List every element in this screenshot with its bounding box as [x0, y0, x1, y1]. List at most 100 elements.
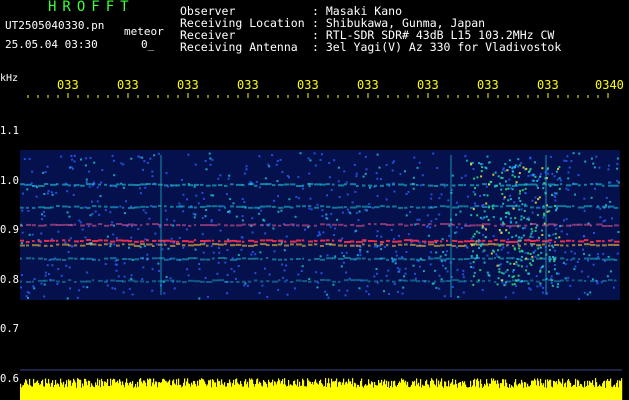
noise-speck — [277, 288, 280, 291]
noise-speck — [148, 217, 151, 220]
signal-band — [104, 243, 108, 246]
signal-band — [434, 280, 437, 283]
signal-band — [164, 279, 169, 282]
signal-band — [176, 240, 180, 243]
noise-speck — [405, 214, 408, 217]
noise-speck — [318, 231, 321, 234]
noise-speck — [401, 292, 404, 295]
noise-speck — [56, 283, 59, 285]
noise-speck — [276, 180, 279, 183]
noise-speck — [529, 156, 532, 159]
meteor-echo — [487, 273, 490, 276]
noise-speck — [550, 155, 553, 158]
meteor-echo — [554, 256, 557, 259]
noise-speck — [143, 160, 146, 163]
meteor-echo — [537, 254, 540, 257]
noise-speck — [99, 195, 102, 198]
noise-speck — [294, 287, 296, 290]
signal-band — [50, 258, 56, 261]
signal-band — [272, 240, 277, 243]
signal-band — [302, 257, 305, 260]
meteor-echo — [507, 199, 510, 202]
noise-speck — [346, 289, 349, 292]
signal-band — [542, 243, 546, 246]
signal-band — [596, 206, 600, 209]
noise-speck — [421, 174, 424, 177]
noise-speck — [542, 216, 545, 219]
signal-band — [464, 240, 470, 243]
noise-speck — [226, 249, 229, 251]
signal-band — [242, 184, 245, 187]
signal-band — [284, 244, 289, 247]
noise-speck — [582, 248, 584, 251]
signal-band — [410, 239, 417, 242]
signal-band — [74, 205, 80, 208]
noise-speck — [201, 191, 204, 194]
meteor-echo — [531, 244, 533, 247]
noise-speck — [504, 163, 507, 165]
signal-band — [560, 244, 564, 247]
signal-band — [86, 280, 92, 283]
noise-speck — [310, 208, 313, 211]
noise-speck — [492, 235, 495, 238]
noise-speck — [598, 166, 601, 169]
meteor-echo — [470, 255, 473, 258]
meteor-echo — [520, 249, 523, 252]
noise-speck — [227, 177, 230, 180]
signal-band — [416, 239, 420, 242]
signal-band — [356, 244, 361, 247]
signal-band — [92, 240, 99, 242]
signal-band — [416, 244, 423, 247]
signal-band — [506, 244, 509, 247]
meteor-echo — [528, 218, 530, 221]
signal-band — [230, 239, 237, 242]
noise-speck — [563, 159, 566, 162]
signal-band — [608, 258, 615, 261]
noise-speck — [570, 250, 573, 253]
signal-band — [92, 183, 95, 186]
noise-speck — [576, 261, 579, 263]
noise-speck — [217, 177, 220, 180]
meteor-echo — [511, 170, 514, 173]
signal-band — [482, 206, 488, 208]
noise-speck — [572, 152, 575, 155]
signal-band — [254, 206, 261, 209]
noise-speck — [481, 217, 484, 220]
signal-band — [572, 257, 576, 260]
meteor-echo — [492, 249, 494, 252]
noise-speck — [229, 198, 232, 201]
noise-speck — [251, 231, 254, 234]
noise-speck — [359, 254, 362, 257]
meteor-echo — [481, 166, 484, 169]
signal-band — [422, 280, 427, 282]
signal-band — [38, 206, 45, 209]
noise-speck — [373, 275, 376, 278]
meteor-echo — [492, 173, 495, 176]
noise-speck — [324, 290, 327, 293]
signal-band — [218, 243, 224, 246]
noise-speck — [321, 215, 324, 218]
meteor-echo — [523, 216, 526, 219]
noise-speck — [393, 238, 395, 241]
noise-speck — [612, 286, 615, 289]
signal-band — [206, 205, 212, 208]
signal-band — [254, 223, 257, 226]
noise-speck — [472, 191, 475, 193]
signal-band — [296, 239, 302, 242]
noise-speck — [73, 160, 76, 163]
signal-band — [80, 184, 85, 187]
noise-speck — [459, 210, 462, 213]
signal-band — [338, 206, 344, 209]
signal-band — [212, 205, 218, 208]
signal-band — [260, 280, 264, 283]
noise-speck — [157, 262, 160, 265]
noise-speck — [138, 187, 141, 190]
noise-speck — [106, 284, 109, 287]
noise-speck — [195, 194, 198, 197]
signal-band — [458, 280, 465, 283]
noise-speck — [338, 289, 341, 292]
signal-band — [260, 239, 266, 242]
noise-speck — [592, 263, 595, 266]
signal-band — [344, 224, 348, 227]
noise-speck — [562, 261, 565, 264]
